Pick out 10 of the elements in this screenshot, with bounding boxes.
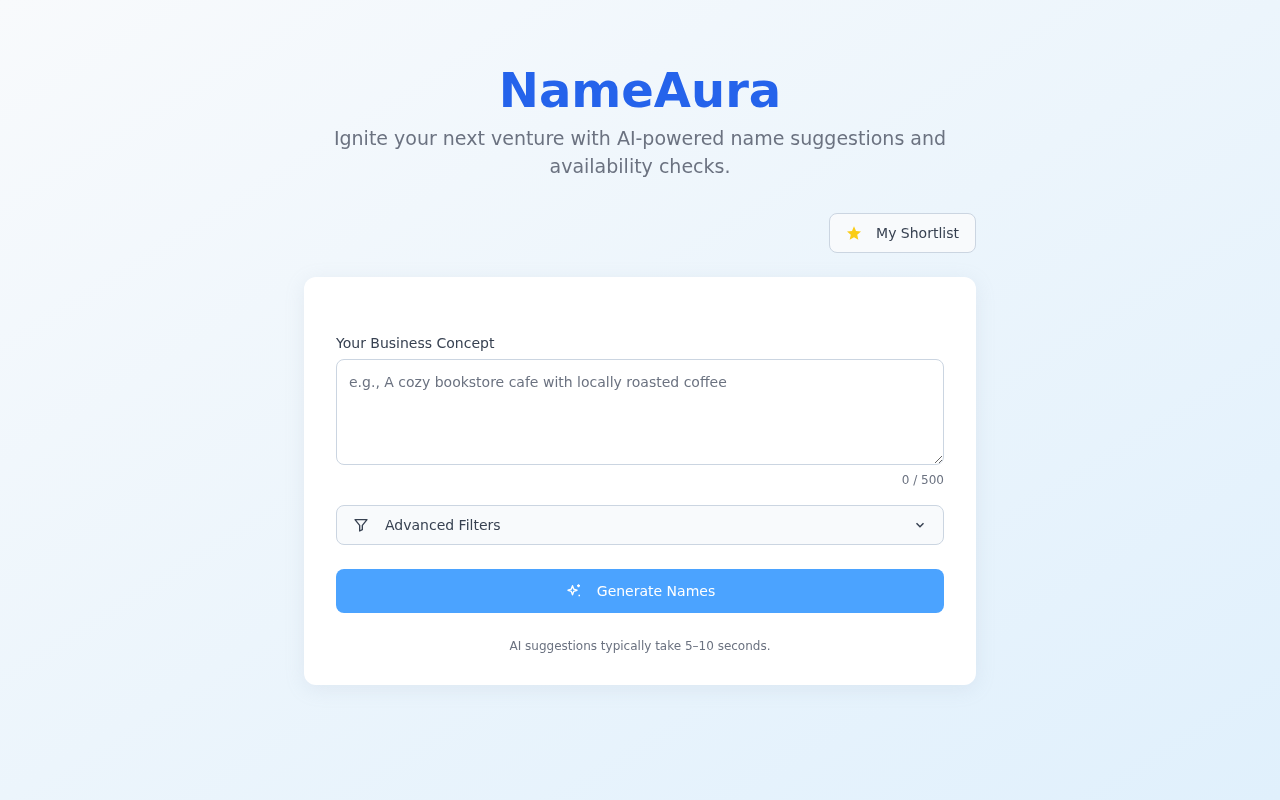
field-label: Your Business Concept bbox=[336, 334, 496, 353]
star-icon bbox=[846, 225, 863, 241]
advanced-filters-toggle[interactable]: Advanced Filters bbox=[336, 505, 944, 545]
concept-field[interactable]: e.g., A cozy bookstore cafe with locally roasted coffee bbox=[336, 359, 944, 465]
hint-text: AI suggestions typically take 5–10 seconds. bbox=[508, 638, 772, 655]
character-count: 0 / 500 bbox=[901, 472, 944, 489]
app-subtitle: Ignite your next venture with AI-powered name suggestions and availability checks. bbox=[332, 126, 948, 179]
shortlist-button[interactable]: My Shortlist bbox=[829, 213, 976, 253]
app-title: NameAura bbox=[498, 61, 782, 120]
filter-icon bbox=[353, 517, 369, 533]
